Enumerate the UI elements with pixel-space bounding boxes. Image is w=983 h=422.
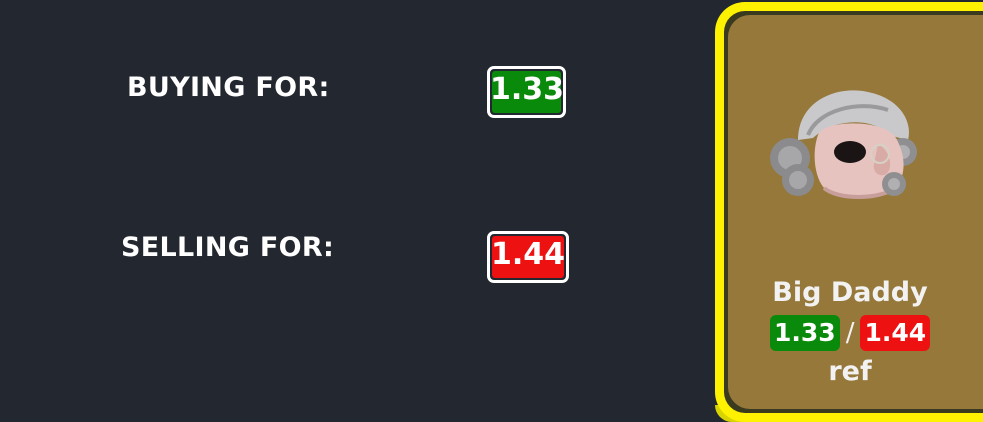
selling-for-label: SELLING FOR:	[121, 232, 335, 263]
currency-unit: ref	[828, 356, 872, 387]
trade-panel: BUYING FOR: 1.33 SELLING FOR: 1.44 Big D…	[0, 0, 983, 422]
item-price-row: 1.33 / 1.44	[770, 314, 931, 352]
buy-price-value: 1.33	[490, 72, 565, 107]
buying-for-label: BUYING FOR:	[127, 72, 330, 103]
sell-price-badge: 1.44	[487, 231, 569, 283]
item-sell-price: 1.44	[860, 315, 931, 351]
sell-price-value: 1.44	[490, 237, 566, 272]
buy-price-badge: 1.33	[487, 66, 566, 118]
powdered-wig-mask-icon	[770, 90, 917, 199]
price-separator: /	[845, 318, 855, 348]
item-buy-price: 1.33	[770, 315, 840, 351]
item-name: Big Daddy	[772, 277, 928, 308]
